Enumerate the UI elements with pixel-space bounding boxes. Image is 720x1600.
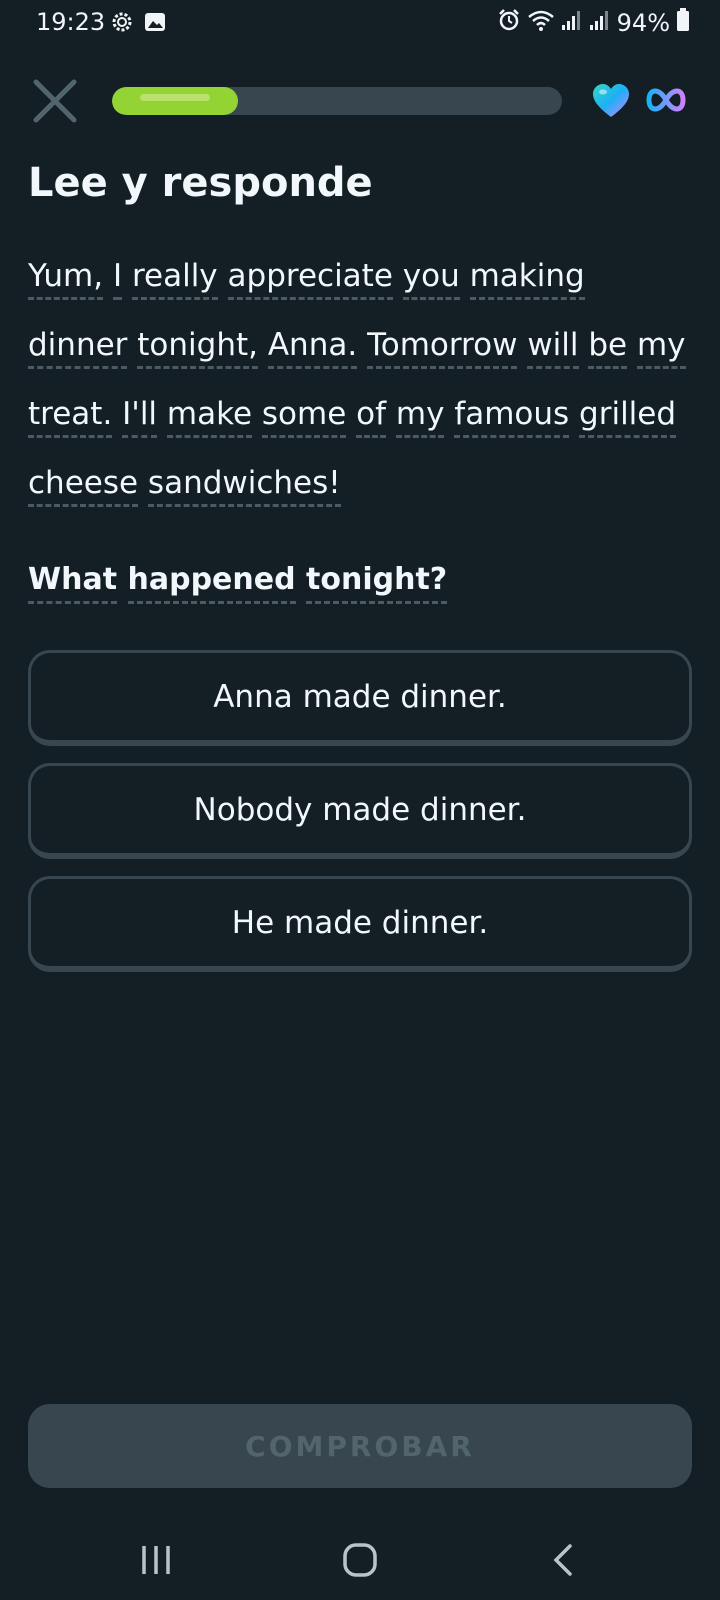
answer-option[interactable]: Nobody made dinner. bbox=[28, 763, 692, 859]
close-icon bbox=[33, 79, 77, 123]
passage-word[interactable]: Anna. bbox=[267, 327, 358, 369]
signal-icon bbox=[561, 9, 583, 37]
answer-option[interactable]: Anna made dinner. bbox=[28, 650, 692, 746]
recents-icon bbox=[142, 1546, 170, 1574]
passage-word[interactable]: I'll bbox=[122, 396, 158, 438]
passage-word[interactable]: famous bbox=[454, 396, 570, 438]
passage-word[interactable]: make bbox=[166, 396, 253, 438]
battery-icon bbox=[676, 8, 690, 38]
home-icon bbox=[343, 1543, 377, 1577]
exercise-title: Lee y responde bbox=[28, 160, 373, 206]
reading-passage: Yum, I really appreciate you making dinn… bbox=[28, 242, 688, 518]
battery-percent: 94% bbox=[616, 9, 670, 37]
heart-icon[interactable] bbox=[592, 84, 630, 122]
lesson-progress-fill bbox=[112, 87, 238, 115]
alarm-icon bbox=[497, 8, 521, 38]
passage-word[interactable]: grilled bbox=[579, 396, 677, 438]
settings-icon bbox=[110, 10, 134, 38]
passage-word[interactable]: be bbox=[588, 327, 628, 369]
passage-word[interactable]: will bbox=[527, 327, 579, 369]
passage-word[interactable]: Yum, bbox=[28, 258, 104, 300]
answer-options: Anna made dinner. Nobody made dinner. He m… bbox=[28, 650, 692, 989]
lesson-progress-bar bbox=[112, 87, 562, 115]
passage-word[interactable]: I bbox=[112, 258, 123, 300]
question-word[interactable]: What bbox=[28, 562, 118, 604]
passage-word[interactable]: of bbox=[356, 396, 387, 438]
question-word[interactable]: happened bbox=[127, 562, 296, 604]
passage-word[interactable]: making bbox=[469, 258, 585, 300]
image-icon bbox=[144, 11, 166, 37]
passage-word[interactable]: dinner bbox=[28, 327, 128, 369]
back-button[interactable] bbox=[534, 1536, 594, 1584]
home-button[interactable] bbox=[330, 1536, 390, 1584]
question-word[interactable]: tonight? bbox=[306, 562, 448, 604]
back-icon bbox=[553, 1544, 572, 1576]
recents-button[interactable] bbox=[126, 1536, 186, 1584]
passage-word[interactable]: cheese bbox=[28, 465, 139, 507]
check-button[interactable]: COMPROBAR bbox=[28, 1404, 692, 1488]
passage-word[interactable]: tonight, bbox=[137, 327, 258, 369]
answer-option[interactable]: He made dinner. bbox=[28, 876, 692, 972]
passage-word[interactable]: my bbox=[636, 327, 686, 369]
passage-word[interactable]: Tomorrow bbox=[367, 327, 518, 369]
status-time: 19:23 bbox=[36, 8, 106, 36]
signal-icon bbox=[589, 9, 611, 37]
close-button[interactable] bbox=[32, 78, 78, 124]
passage-word[interactable]: some bbox=[261, 396, 347, 438]
passage-word[interactable]: my bbox=[395, 396, 445, 438]
passage-word[interactable]: sandwiches! bbox=[147, 465, 341, 507]
passage-word[interactable]: you bbox=[402, 258, 460, 300]
question-text: What happened tonight? bbox=[28, 562, 448, 604]
passage-word[interactable]: treat. bbox=[28, 396, 113, 438]
navigation-bar bbox=[0, 1520, 720, 1600]
passage-word[interactable]: appreciate bbox=[227, 258, 393, 300]
infinity-icon bbox=[646, 88, 686, 116]
wifi-icon bbox=[527, 8, 555, 38]
passage-word[interactable]: really bbox=[131, 258, 218, 300]
status-bar: 19:23 94% bbox=[0, 0, 720, 46]
